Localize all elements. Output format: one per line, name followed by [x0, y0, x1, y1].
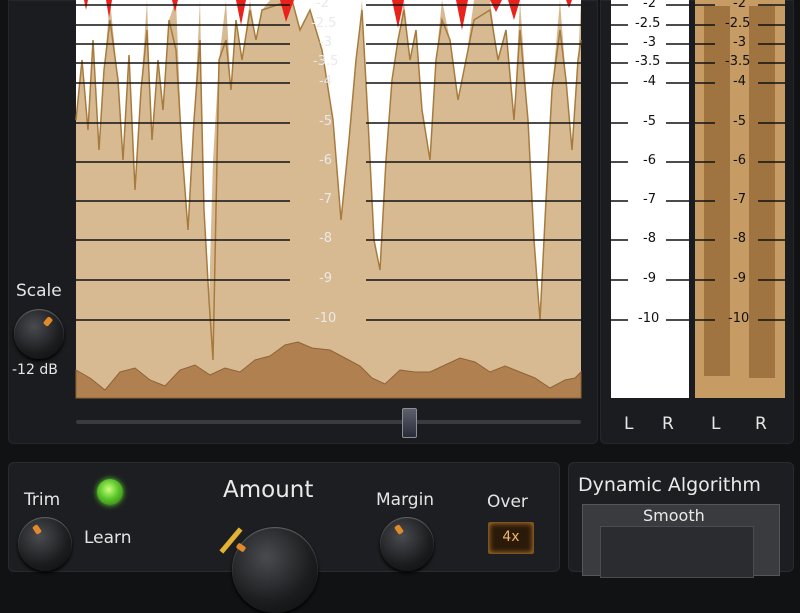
meter-tick: -2.5	[635, 16, 661, 31]
meter-tick: -2	[643, 0, 656, 11]
meter-tick: -3	[733, 35, 746, 50]
graph-tick: -7	[319, 192, 332, 207]
algorithm-display	[600, 526, 754, 578]
meter-tick: -10	[638, 311, 660, 326]
graph-tick: -4	[319, 74, 332, 89]
trim-label: Trim	[24, 490, 61, 510]
knob-indicator	[31, 524, 43, 535]
amount-label: Amount	[223, 477, 314, 503]
meter-tick: -3	[643, 35, 656, 50]
graph-tick: -2	[316, 0, 329, 11]
channel-label-r: R	[755, 414, 767, 434]
algorithm-title: Dynamic Algorithm	[578, 474, 761, 496]
graph-tick: -5	[319, 114, 332, 129]
oversampling-button[interactable]: 4x	[488, 522, 534, 554]
channel-label-l: L	[624, 414, 634, 434]
meter-tick: -6	[733, 153, 746, 168]
meter-tick: -9	[643, 271, 656, 286]
algorithm-selected: Smooth	[643, 506, 705, 525]
knob-indicator	[42, 316, 54, 327]
meter-tick: -5	[643, 114, 656, 129]
trim-knob[interactable]	[18, 517, 72, 571]
channel-label-r: R	[662, 414, 674, 434]
graph-tick: -3.5	[313, 54, 339, 69]
scale-knob[interactable]	[14, 309, 64, 359]
meter-tick: -5	[733, 114, 746, 129]
knob-indicator	[393, 524, 405, 535]
knob-indicator	[235, 542, 247, 553]
learn-led[interactable]	[97, 479, 123, 505]
channel-label-l: L	[711, 414, 721, 434]
meter-tick: -4	[733, 74, 746, 89]
meter-tick: -8	[733, 231, 746, 246]
scale-value: -12 dB	[12, 362, 58, 378]
graph-tick: -9	[319, 271, 332, 286]
meter-tick: -9	[733, 271, 746, 286]
timeline-scroll-thumb[interactable]	[402, 408, 417, 438]
timeline-scroll-track[interactable]	[76, 420, 581, 424]
scale-label: Scale	[16, 281, 62, 301]
meter-tick: -4	[643, 74, 656, 89]
meter-tick: -8	[643, 231, 656, 246]
meter-tick: -2.5	[725, 16, 751, 31]
meter-tick: -2	[733, 0, 746, 11]
meter-tick: -6	[643, 153, 656, 168]
graph-tick: -8	[319, 231, 332, 246]
graph-tick: -6	[319, 153, 332, 168]
meter-tick: -3.5	[725, 54, 751, 69]
margin-label: Margin	[376, 490, 435, 510]
meter-tick: -3.5	[635, 54, 661, 69]
meter-tick: -7	[733, 192, 746, 207]
meter-gridlines	[611, 4, 785, 321]
amount-knob[interactable]	[232, 527, 318, 613]
meter-tick: -7	[643, 192, 656, 207]
graph-tick: -10	[315, 311, 337, 326]
margin-knob[interactable]	[380, 517, 434, 571]
graph-tick: -2.5	[311, 16, 337, 31]
graph-tick: -3	[319, 35, 332, 50]
oversampling-label: Over	[487, 492, 528, 512]
meter-tick: -10	[728, 311, 750, 326]
learn-label: Learn	[84, 528, 132, 548]
